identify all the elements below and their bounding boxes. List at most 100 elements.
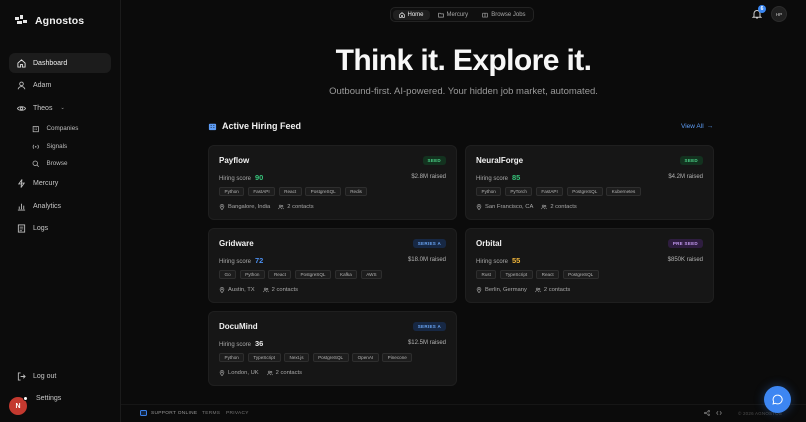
tech-tag: FastAPI [247, 187, 276, 196]
brand-name: Agnostos [35, 15, 85, 27]
sidebar-item-analytics[interactable]: Analytics [9, 196, 111, 216]
company-meta: Austin, TX 2 contacts [219, 287, 298, 293]
profile-avatar[interactable]: HP [771, 6, 787, 22]
hiring-score-value: 85 [512, 173, 521, 182]
agnostos-logo-icon [15, 15, 27, 24]
chevron-down-icon[interactable]: ⌄ [60, 105, 64, 111]
privacy-link[interactable]: PRIVACY [226, 411, 249, 416]
hiring-score-value: 72 [255, 256, 264, 265]
share-icon[interactable] [704, 410, 710, 416]
terms-link[interactable]: TERMS [202, 411, 220, 416]
tech-tag: React [536, 270, 560, 279]
sidebar-item-signals[interactable]: Signals [24, 138, 111, 154]
location-text: London, UK [228, 370, 259, 376]
signal-icon [32, 144, 39, 149]
tech-tags: Python PyTorch FastAPI PostgreSQL Kubernetes [476, 187, 641, 196]
hiring-score: Hiring score 72 [219, 256, 263, 265]
sidebar-item-browse[interactable]: Browse [24, 156, 111, 172]
contacts-text: 2 contacts [550, 204, 577, 210]
tab-browse-jobs[interactable]: Browse Jobs [476, 10, 531, 20]
brand[interactable]: Agnostos [15, 15, 84, 27]
company-card[interactable]: NeuralForge SEED Hiring score 85 $4.2M r… [465, 145, 714, 220]
user-initial: N [15, 402, 21, 410]
stage-badge: SEED [422, 156, 446, 165]
company-meta: Bangalore, India 2 contacts [219, 204, 314, 210]
logout-label: Log out [33, 372, 57, 380]
view-all-label: View All [681, 123, 704, 130]
tech-tag: React [268, 270, 292, 279]
sidebar-item-label: Mercury [33, 180, 59, 188]
tech-tag: PostgreSQL [312, 353, 349, 362]
search-icon [32, 160, 40, 168]
tech-tag: Python [239, 270, 265, 279]
funding-raised: $12.5M raised [407, 340, 446, 346]
contacts[interactable]: 2 contacts [266, 370, 302, 376]
location: London, UK [219, 370, 259, 376]
tech-tag: PostgreSQL [294, 270, 331, 279]
contacts[interactable]: 2 contacts [278, 204, 314, 210]
users-icon [541, 204, 548, 210]
settings-label: Settings [36, 395, 62, 403]
location: San Francisco, CA [476, 204, 533, 210]
feed-header: Active Hiring Feed [208, 121, 301, 131]
feed-title: Active Hiring Feed [222, 121, 302, 131]
map-pin-icon [476, 287, 482, 293]
users-icon [266, 370, 273, 376]
tech-tags: Python FastAPI React PostgreSQL Redis [219, 187, 368, 196]
top-tabs: Home Mercury Browse Jobs [390, 7, 535, 22]
company-meta: San Francisco, CA 2 contacts [476, 204, 577, 210]
company-meta: Berlin, Germany 2 contacts [476, 287, 570, 293]
location-text: Berlin, Germany [485, 287, 527, 293]
funding-raised: $2.8M raised [411, 174, 446, 180]
tech-tag: Rust [476, 270, 497, 279]
hero-subtitle: Outbound-first. AI-powered. Your hidden … [329, 86, 598, 97]
eye-icon [17, 105, 26, 111]
user-avatar[interactable]: N [9, 396, 28, 415]
tech-tag: Python [219, 353, 245, 362]
tab-label: Home [407, 11, 424, 18]
book-icon [482, 12, 488, 17]
home-icon [398, 11, 405, 18]
tech-tag: Go [219, 270, 237, 279]
sidebar-item-adam[interactable]: Adam [9, 76, 111, 96]
sidebar-item-label: Theos [33, 104, 53, 112]
company-meta: London, UK 2 contacts [219, 370, 302, 376]
tab-home[interactable]: Home [392, 9, 430, 20]
bar-chart-icon [17, 203, 26, 211]
sidebar-item-theos[interactable]: Theos ⌄ [9, 98, 111, 118]
tab-mercury[interactable]: Mercury [432, 10, 475, 20]
company-name: Gridware [219, 239, 254, 248]
sidebar-item-label: Companies [46, 125, 79, 133]
tech-tag: Python [476, 187, 502, 196]
company-card[interactable]: Payflow SEED Hiring score 90 $2.8M raise… [208, 145, 457, 220]
sidebar-item-mercury[interactable]: Mercury [9, 174, 111, 194]
stage-badge: SEED [679, 156, 703, 165]
company-card[interactable]: DocuMind SERIES A Hiring score 36 $12.5M… [208, 311, 457, 386]
contacts[interactable]: 2 contacts [535, 287, 570, 293]
support-status[interactable]: SUPPORT ONLINE [140, 410, 197, 416]
hiring-score: Hiring score 36 [219, 339, 263, 348]
code-icon[interactable] [716, 410, 722, 416]
chat-button[interactable] [764, 386, 791, 413]
contacts[interactable]: 2 contacts [262, 287, 298, 293]
tech-tag: PostgreSQL [562, 270, 599, 279]
contacts[interactable]: 2 contacts [541, 204, 577, 210]
chat-icon [140, 410, 147, 416]
folder-icon [437, 12, 444, 17]
tech-tag: PyTorch [504, 187, 533, 196]
tech-tag: Kafka [334, 270, 358, 279]
logout-button[interactable]: Log out [9, 366, 111, 386]
company-card[interactable]: Orbital PRE SEED Hiring score 55 $850K r… [465, 228, 714, 303]
app-root: Agnostos Dashboard Adam Theos ⌄ Companie… [0, 0, 806, 422]
company-card[interactable]: Gridware SERIES A Hiring score 72 $18.0M… [208, 228, 457, 303]
tech-tag: React [278, 187, 302, 196]
sidebar-item-dashboard[interactable]: Dashboard [9, 53, 111, 73]
view-all-link[interactable]: View All → [681, 123, 713, 130]
tech-tag: Kubernetes [606, 187, 641, 196]
sidebar-item-companies[interactable]: Companies [24, 121, 111, 137]
sidebar-item-logs[interactable]: Logs [9, 219, 111, 239]
company-name: NeuralForge [476, 156, 524, 165]
logout-icon [17, 371, 26, 381]
hiring-score-label: Hiring score [219, 342, 252, 348]
hiring-score-label: Hiring score [476, 259, 509, 265]
